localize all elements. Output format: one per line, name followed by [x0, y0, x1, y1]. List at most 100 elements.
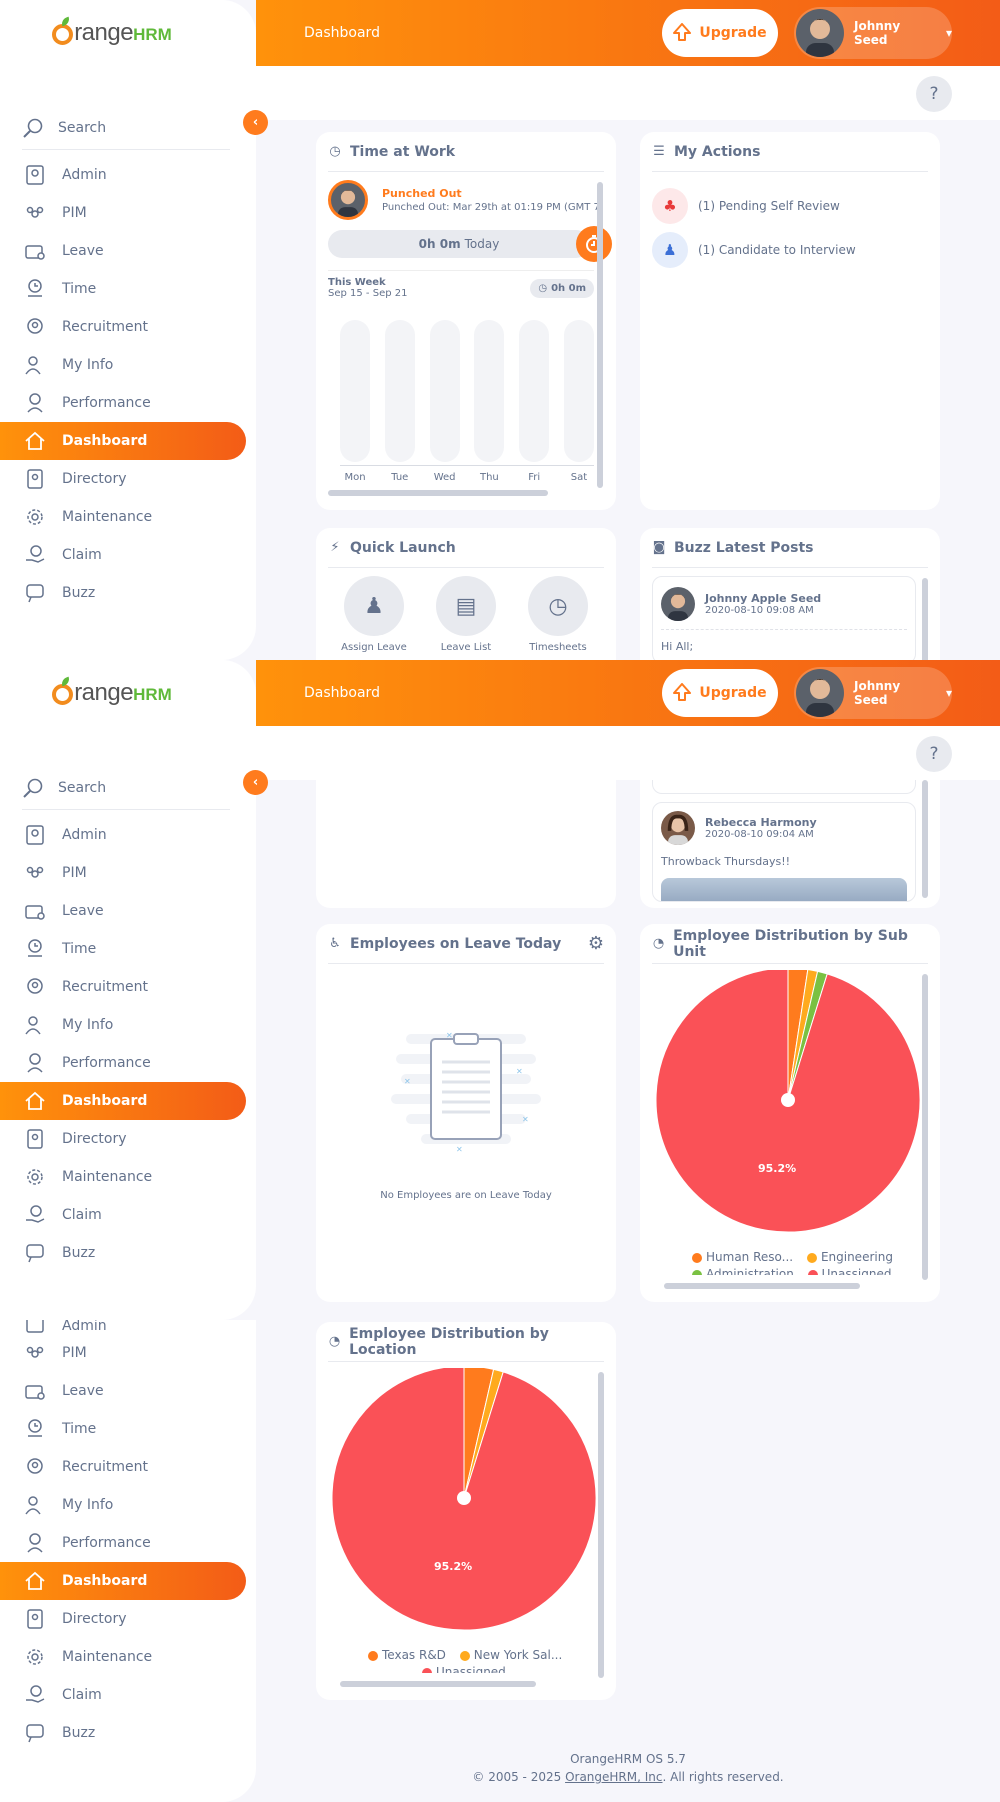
vertical-scrollbar[interactable]: [922, 974, 928, 1280]
vertical-scrollbar[interactable]: [598, 1372, 604, 1678]
leave-icon: [25, 1385, 45, 1400]
interview-icon: ♟: [652, 232, 688, 268]
time-icon: [28, 1419, 42, 1437]
upgrade-button[interactable]: Upgrade: [662, 669, 778, 717]
punch-button[interactable]: [576, 226, 612, 262]
menu-item-dashboard[interactable]: Dashboard: [0, 1082, 246, 1120]
menu-item-pim[interactable]: PIM: [0, 194, 246, 232]
avatar: [328, 180, 368, 220]
quick-launch-item[interactable]: ◷ Timesheets: [512, 576, 604, 653]
quick-launch-label: Timesheets: [529, 642, 587, 653]
bar-sat: [563, 320, 594, 462]
card-title: Employees on Leave Today: [350, 935, 562, 952]
menu-item-time[interactable]: Time: [0, 270, 246, 308]
menu-item-maintenance[interactable]: Maintenance: [0, 1638, 246, 1676]
legend-item[interactable]: Unassigned: [422, 1665, 506, 1673]
action-label: (1) Candidate to Interview: [698, 243, 856, 257]
menu-item-directory[interactable]: Directory: [0, 460, 246, 498]
horizontal-scrollbar[interactable]: [328, 490, 548, 496]
legend-swatch: [459, 1650, 470, 1661]
menu-item-maintenance[interactable]: Maintenance: [0, 498, 246, 536]
search-icon: [23, 118, 43, 138]
footer: OrangeHRM OS 5.7 © 2005 - 2025 OrangeHRM…: [256, 1750, 1000, 1786]
settings-gear-icon[interactable]: ⚙: [588, 933, 604, 954]
svg-text:✕: ✕: [516, 1067, 523, 1076]
collapse-sidebar-button[interactable]: ‹: [243, 110, 268, 135]
performance-icon: [27, 393, 43, 413]
menu-item-time[interactable]: Time: [0, 930, 246, 968]
menu-item-recruitment[interactable]: Recruitment: [0, 1448, 246, 1486]
pim-icon: [26, 206, 44, 218]
buzz-post[interactable]: Rebecca Harmony 2020-08-10 09:04 AM Throw…: [652, 802, 916, 902]
menu-item-buzz[interactable]: Buzz: [0, 574, 246, 612]
menu-item-pim[interactable]: PIM: [0, 1334, 246, 1372]
legend-item[interactable]: Unassigned: [807, 1267, 891, 1275]
quick-launch-item[interactable]: ♟ Assign Leave: [328, 576, 420, 653]
menu-item-admin[interactable]: Admin: [0, 816, 246, 854]
vertical-scrollbar[interactable]: [922, 780, 928, 898]
menu-item-pim[interactable]: PIM: [0, 854, 246, 892]
menu-item-dashboard[interactable]: Dashboard: [0, 1562, 246, 1600]
menu-item-leave[interactable]: Leave: [0, 892, 246, 930]
day-label: Tue: [391, 472, 409, 483]
legend-item[interactable]: Administration: [692, 1267, 794, 1275]
menu-item-directory[interactable]: Directory: [0, 1120, 246, 1158]
menu-item-recruitment[interactable]: Recruitment: [0, 968, 246, 1006]
menu-item-dashboard[interactable]: Dashboard: [0, 422, 246, 460]
legend-item[interactable]: Engineering: [806, 1250, 893, 1264]
company-link[interactable]: OrangeHRM, Inc: [565, 1770, 662, 1784]
help-button[interactable]: ?: [916, 736, 952, 772]
vertical-scrollbar[interactable]: [922, 578, 928, 660]
menu-item-admin[interactable]: Admin: [0, 1320, 246, 1334]
legend-item[interactable]: New York Sal...: [459, 1648, 562, 1662]
search-input[interactable]: Search: [22, 106, 230, 150]
menu-item-recruitment[interactable]: Recruitment: [0, 308, 246, 346]
day-label: Fri: [528, 472, 541, 483]
location-pie-chart: 95.2%: [331, 1368, 597, 1631]
bar-thu: [474, 320, 505, 462]
menu-item-claim[interactable]: Claim: [0, 1676, 246, 1714]
list-icon: ☰: [653, 144, 665, 159]
collapse-sidebar-button[interactable]: ‹: [243, 770, 268, 795]
card-header: ◷ Time at Work: [328, 132, 604, 172]
help-button[interactable]: ?: [916, 76, 952, 112]
horizontal-scrollbar[interactable]: [340, 1681, 536, 1687]
quick-launch-label: Leave List: [440, 642, 492, 653]
menu-item-directory[interactable]: Directory: [0, 1600, 246, 1638]
gear-icon: [27, 1649, 43, 1665]
menu-item-performance[interactable]: Performance: [0, 1524, 246, 1562]
menu-item-time[interactable]: Time: [0, 1410, 246, 1448]
user-dropdown[interactable]: Johnny Seed ▾: [794, 7, 952, 59]
menu-item-buzz[interactable]: Buzz: [0, 1234, 246, 1272]
menu-item-leave[interactable]: Leave: [0, 232, 246, 270]
menu-item-claim[interactable]: Claim: [0, 1196, 246, 1234]
menu-item-leave[interactable]: Leave: [0, 1372, 246, 1410]
buzz-post[interactable]: Johnny Apple Seed 2020-08-10 09:08 AM Hi …: [652, 576, 916, 660]
upgrade-button[interactable]: Upgrade: [662, 9, 778, 57]
menu-item-admin[interactable]: Admin: [0, 156, 246, 194]
action-item[interactable]: ♟ (1) Candidate to Interview: [652, 232, 928, 268]
clock-icon: ◷: [329, 144, 341, 159]
punch-status: Punched Out: [382, 187, 462, 200]
claim-icon: [26, 1685, 45, 1703]
pie-data-label: 95.2%: [758, 1162, 796, 1175]
quick-launch-item[interactable]: ▤ Leave List: [420, 576, 512, 653]
menu-item-my-info[interactable]: My Info: [0, 346, 246, 384]
horizontal-scrollbar[interactable]: [664, 1283, 860, 1289]
bar-fri: [519, 320, 550, 462]
action-item[interactable]: ♣ (1) Pending Self Review: [652, 188, 928, 224]
pie-chart-icon: ◔: [328, 1334, 341, 1349]
menu-item-performance[interactable]: Performance: [0, 1044, 246, 1082]
menu-item-maintenance[interactable]: Maintenance: [0, 1158, 246, 1196]
menu-item-claim[interactable]: Claim: [0, 536, 246, 574]
menu-item-buzz[interactable]: Buzz: [0, 1714, 246, 1752]
legend-item[interactable]: Texas R&D: [368, 1648, 446, 1662]
legend-item[interactable]: Human Reso...: [692, 1250, 793, 1264]
menu-item-my-info[interactable]: My Info: [0, 1006, 246, 1044]
user-dropdown[interactable]: Johnny Seed ▾: [794, 667, 952, 719]
home-icon: [25, 431, 45, 450]
search-input[interactable]: Search: [22, 766, 230, 810]
menu-item-my-info[interactable]: My Info: [0, 1486, 246, 1524]
vertical-scrollbar[interactable]: [597, 182, 603, 488]
menu-item-performance[interactable]: Performance: [0, 384, 246, 422]
